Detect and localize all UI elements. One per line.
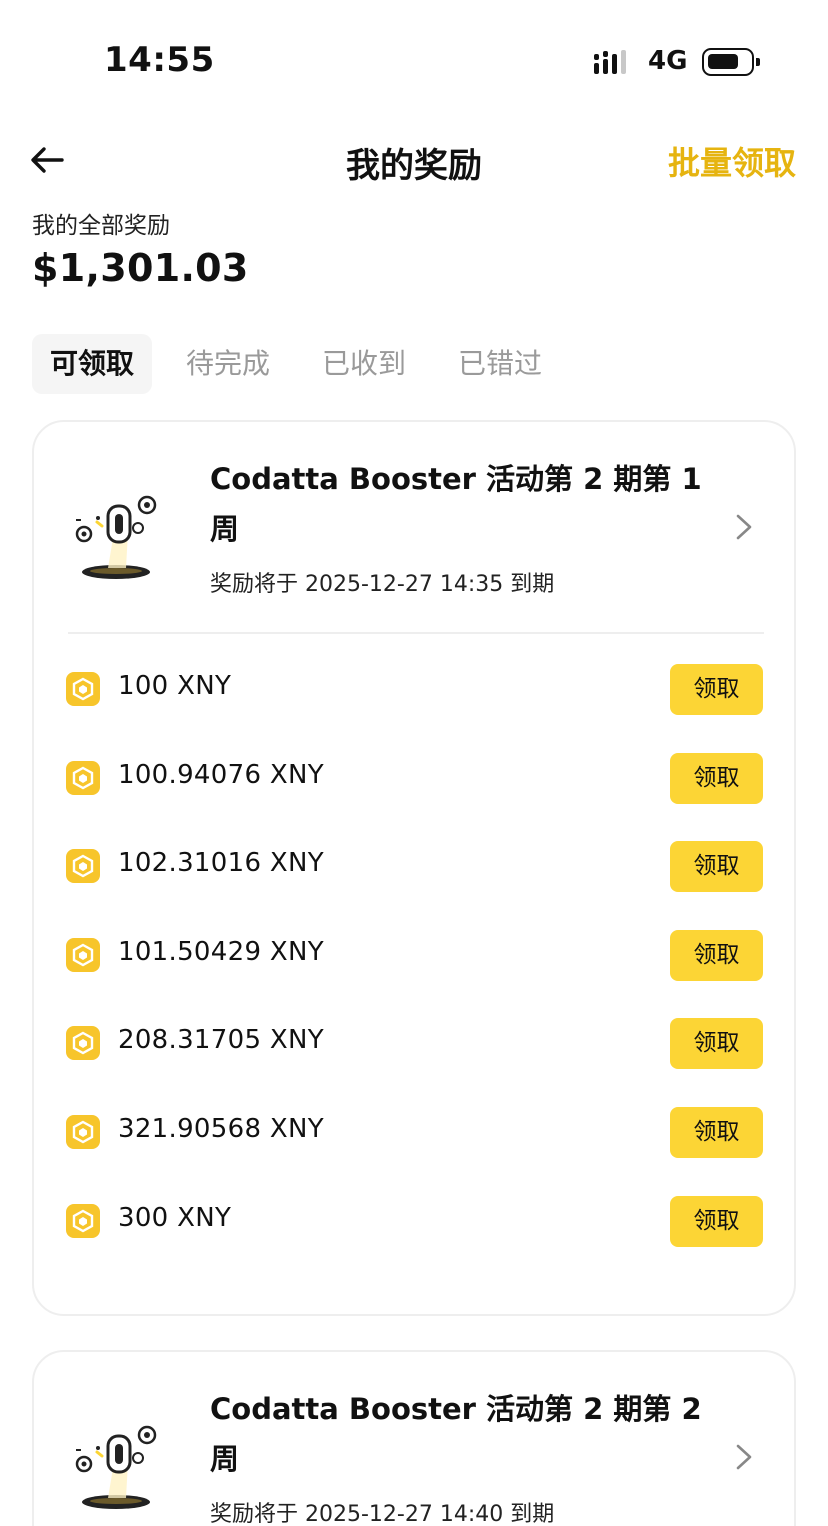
token-icon [66, 672, 100, 706]
reward-item: 208.31705 XNY 领取 [34, 1016, 794, 1105]
reward-amount: 102.31016 XNY [118, 848, 324, 879]
reward-amount: 300 XNY [118, 1202, 232, 1233]
reward-card: Codatta Booster 活动第 2 期第 2 周 奖励将于 2025-1… [32, 1350, 796, 1526]
claim-button[interactable]: 领取 [670, 664, 763, 715]
total-rewards-value: $1,301.03 [32, 246, 249, 290]
chevron-right-icon [736, 514, 752, 540]
reward-item: 100 XNY 领取 [34, 662, 794, 751]
reward-amount: 100 XNY [118, 671, 232, 701]
reward-tabs: 可领取 待完成 已收到 已错过 [32, 334, 576, 394]
claim-button[interactable]: 领取 [670, 929, 763, 981]
battery-icon [702, 48, 760, 76]
tab-claimable[interactable]: 可领取 [32, 334, 153, 394]
tab-received[interactable]: 已收到 [304, 334, 424, 394]
campaign-expiry: 奖励将于 2025-12-27 14:35 到期 [210, 572, 555, 597]
total-rewards-label: 我的全部奖励 [32, 213, 170, 239]
token-icon [66, 1026, 100, 1061]
tab-pending[interactable]: 待完成 [168, 334, 288, 394]
campaign-expiry: 奖励将于 2025-12-27 14:40 到期 [210, 1502, 555, 1526]
signal-strength-icon [594, 50, 636, 76]
reward-item: 300 XNY 领取 [34, 1194, 794, 1283]
token-icon [66, 937, 100, 972]
token-icon [66, 849, 100, 884]
batch-claim-button[interactable]: 批量领取 [668, 138, 796, 184]
reward-amount: 100.94076 XNY [118, 759, 324, 790]
reward-card-header[interactable]: Codatta Booster 活动第 2 期第 1 周 奖励将于 2025-1… [34, 422, 794, 632]
tab-missed[interactable]: 已错过 [440, 334, 560, 394]
campaign-coins-icon [75, 1425, 157, 1509]
claim-button[interactable]: 领取 [670, 1195, 763, 1247]
reward-amount: 208.31705 XNY [118, 1025, 324, 1056]
reward-list: 100 XNY 领取 100.94076 XNY 领取 102.31016 XN… [34, 662, 794, 1282]
claim-button[interactable]: 领取 [670, 841, 763, 893]
claim-button[interactable]: 领取 [670, 752, 763, 804]
reward-card: Codatta Booster 活动第 2 期第 1 周 奖励将于 2025-1… [32, 420, 796, 1316]
reward-item: 321.90568 XNY 领取 [34, 1105, 794, 1194]
reward-amount: 321.90568 XNY [118, 1113, 324, 1144]
reward-card-header[interactable]: Codatta Booster 活动第 2 期第 2 周 奖励将于 2025-1… [34, 1352, 794, 1526]
status-time: 14:55 [104, 40, 215, 80]
reward-item: 100.94076 XNY 领取 [34, 751, 794, 840]
campaign-title: Codatta Booster 活动第 2 期第 1 周 [210, 462, 702, 546]
status-bar: 14:55 4G [0, 0, 828, 110]
campaign-title: Codatta Booster 活动第 2 期第 2 周 [210, 1392, 702, 1476]
claim-button[interactable]: 领取 [670, 1018, 763, 1070]
campaign-coins-icon [75, 495, 157, 579]
nav-header: 我的奖励 批量领取 [0, 120, 828, 200]
reward-item: 101.50429 XNY 领取 [34, 928, 794, 1017]
reward-item: 102.31016 XNY 领取 [34, 839, 794, 928]
network-type: 4G [648, 46, 688, 76]
claim-button[interactable]: 领取 [670, 1106, 763, 1158]
reward-amount: 101.50429 XNY [118, 936, 324, 967]
token-icon [66, 1203, 100, 1238]
token-icon [66, 760, 100, 795]
token-icon [66, 1114, 100, 1149]
card-divider [68, 632, 764, 634]
chevron-right-icon [736, 1444, 752, 1470]
